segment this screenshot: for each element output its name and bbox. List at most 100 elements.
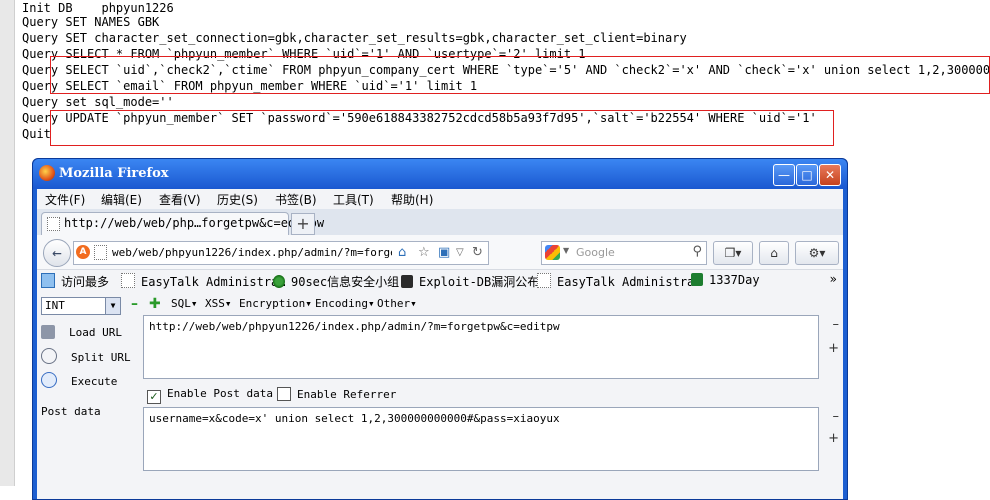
type-select-value: INT	[45, 299, 65, 312]
menu-help[interactable]: 帮助(H)	[391, 191, 433, 208]
title-bar: Mozilla Firefox — □ ✕	[33, 159, 847, 189]
folder-icon	[41, 273, 55, 288]
menu-bookmarks[interactable]: 书签(B)	[275, 191, 317, 208]
tab-strip: http://web/web/php…forgetpw&c=editpw +	[37, 209, 843, 235]
menu-history[interactable]: 历史(S)	[217, 191, 258, 208]
menu-encryption[interactable]: Encryption▾	[239, 297, 312, 310]
90sec-logo-icon	[273, 275, 285, 288]
window-title: Mozilla Firefox	[59, 166, 169, 181]
w-addon-icon[interactable]: ▣	[438, 245, 450, 260]
bookmark-star-icon[interactable]: ☆	[418, 245, 430, 260]
bookmark-90sec[interactable]: 90sec信息安全小组	[273, 273, 399, 290]
exploit-db-logo-icon	[401, 275, 413, 288]
page-menu-button[interactable]: ❐▾	[713, 241, 753, 265]
split-url-action[interactable]: Split URL	[41, 348, 131, 364]
url-bar[interactable]: A web/web/phpyun1226/index.php/admin/?m=…	[73, 241, 489, 265]
bookmark-label: 90sec信息安全小组	[291, 275, 400, 289]
firefox-window: Mozilla Firefox — □ ✕ 文件(F) 编辑(E) 查看(V) …	[32, 158, 848, 500]
enable-post-checkbox[interactable]: ✓ Enable Post data	[147, 387, 273, 404]
firefox-client: 文件(F) 编辑(E) 查看(V) 历史(S) 书签(B) 工具(T) 帮助(H…	[37, 189, 843, 499]
bookmark-easytalk-1[interactable]: EasyTalk Administra…	[121, 273, 286, 289]
bookmark-label: EasyTalk Administra…	[557, 275, 702, 289]
sql-log-line: Query SET character_set_connection=gbk,c…	[22, 31, 687, 45]
menu-other[interactable]: Other▾	[377, 297, 417, 310]
menu-tools[interactable]: 工具(T)	[333, 191, 374, 208]
menu-sql[interactable]: SQL▾	[171, 297, 198, 310]
load-url-action[interactable]: Load URL	[41, 325, 122, 339]
post-minus-button[interactable]: –	[833, 409, 840, 424]
url-textarea[interactable]: http://web/web/phpyun1226/index.php/admi…	[143, 315, 819, 379]
site-identity-icon	[94, 245, 107, 260]
minimize-button[interactable]: —	[773, 164, 795, 186]
load-url-icon	[41, 325, 55, 339]
bookmark-exploit-db[interactable]: Exploit-DB漏洞公布	[401, 273, 539, 290]
home-button[interactable]: ⌂	[759, 241, 789, 265]
bookmark-label: EasyTalk Administra…	[141, 275, 286, 289]
new-tab-button[interactable]: +	[291, 213, 315, 235]
1337day-logo-icon	[691, 273, 703, 286]
engine-dropdown-icon[interactable]: ▼	[563, 246, 569, 255]
back-button[interactable]: ←	[43, 239, 71, 267]
navigation-toolbar: ← A web/web/phpyun1226/index.php/admin/?…	[37, 235, 843, 270]
post-data-label: Post data	[41, 405, 101, 418]
close-button[interactable]: ✕	[819, 164, 841, 186]
menu-edit[interactable]: 编辑(E)	[101, 191, 142, 208]
dropdown-arrow-icon[interactable]: ▽	[456, 247, 464, 258]
home-small-icon[interactable]: ⌂	[398, 245, 406, 260]
split-url-label: Split URL	[71, 351, 131, 364]
enable-referrer-checkbox[interactable]: Enable Referrer	[277, 387, 396, 401]
sql-log-line: Quit	[22, 127, 51, 141]
page-icon	[121, 273, 135, 288]
google-engine-icon[interactable]	[545, 245, 560, 260]
decrease-button[interactable]: –	[131, 296, 138, 312]
type-select[interactable]: INT ▼	[41, 297, 121, 315]
bookmark-most-visited[interactable]: 访问最多	[41, 273, 109, 290]
page-favicon-icon	[47, 217, 60, 231]
maximize-button[interactable]: □	[796, 164, 818, 186]
bookmark-label: 1337Day	[709, 273, 760, 287]
tab-active[interactable]: http://web/web/php…forgetpw&c=editpw	[41, 212, 324, 235]
sql-log-line: Query SET NAMES GBK	[22, 15, 160, 29]
url-text[interactable]: web/web/phpyun1226/index.php/admin/?m=fo…	[112, 246, 392, 259]
checkbox-unchecked-icon	[277, 387, 291, 401]
page-icon	[537, 273, 551, 288]
post-plus-button[interactable]: +	[828, 431, 839, 446]
select-arrow-icon: ▼	[105, 298, 120, 314]
menu-file[interactable]: 文件(F)	[45, 191, 85, 208]
search-icon[interactable]: ⚲	[692, 244, 702, 259]
highlight-box-union-query	[50, 56, 990, 94]
split-url-icon	[41, 348, 57, 364]
increase-button[interactable]: ✚	[149, 296, 161, 312]
extension-button[interactable]: ⚙▾	[795, 241, 839, 265]
hackbar-panel: INT ▼ – ✚ SQL▾ XSS▾ Encryption▾ Encoding…	[37, 293, 843, 499]
enable-referrer-label: Enable Referrer	[297, 388, 397, 401]
menu-encoding[interactable]: Encoding▾	[315, 297, 375, 310]
search-placeholder: Google	[576, 246, 615, 259]
bookmarks-overflow-button[interactable]: »	[830, 272, 837, 286]
post-data-textarea[interactable]: username=x&code=x' union select 1,2,3000…	[143, 407, 819, 471]
menu-bar: 文件(F) 编辑(E) 查看(V) 历史(S) 书签(B) 工具(T) 帮助(H…	[37, 189, 843, 209]
menu-xss[interactable]: XSS▾	[205, 297, 232, 310]
enable-post-label: Enable Post data	[167, 387, 273, 400]
firefox-logo-icon	[39, 165, 55, 181]
bookmarks-toolbar: 访问最多 EasyTalk Administra… 90sec信息安全小组 Ex…	[37, 270, 843, 292]
url-plus-button[interactable]: +	[828, 341, 839, 356]
addon-a-icon: A	[76, 245, 90, 259]
reload-icon[interactable]: ↻	[472, 245, 483, 260]
url-minus-button[interactable]: –	[833, 317, 840, 332]
sql-log-line: Query set sql_mode=''	[22, 95, 174, 109]
execute-icon	[41, 372, 57, 388]
bookmark-label: Exploit-DB漏洞公布	[419, 275, 540, 289]
execute-action[interactable]: Execute	[41, 372, 117, 388]
bookmark-easytalk-2[interactable]: EasyTalk Administra…	[537, 273, 702, 289]
bookmark-label: 访问最多	[61, 275, 110, 289]
execute-label: Execute	[71, 375, 118, 388]
bookmark-1337day[interactable]: 1337Day	[691, 273, 760, 287]
search-bar[interactable]: ▼ Google ⚲	[541, 241, 707, 265]
highlight-box-update-query	[50, 110, 834, 146]
tab-title: http://web/web/php…forgetpw&c=editpw	[64, 216, 325, 230]
checkbox-checked-icon: ✓	[147, 390, 161, 404]
load-url-label: Load URL	[69, 326, 122, 339]
editor-gutter	[0, 0, 15, 486]
menu-view[interactable]: 查看(V)	[159, 191, 201, 208]
